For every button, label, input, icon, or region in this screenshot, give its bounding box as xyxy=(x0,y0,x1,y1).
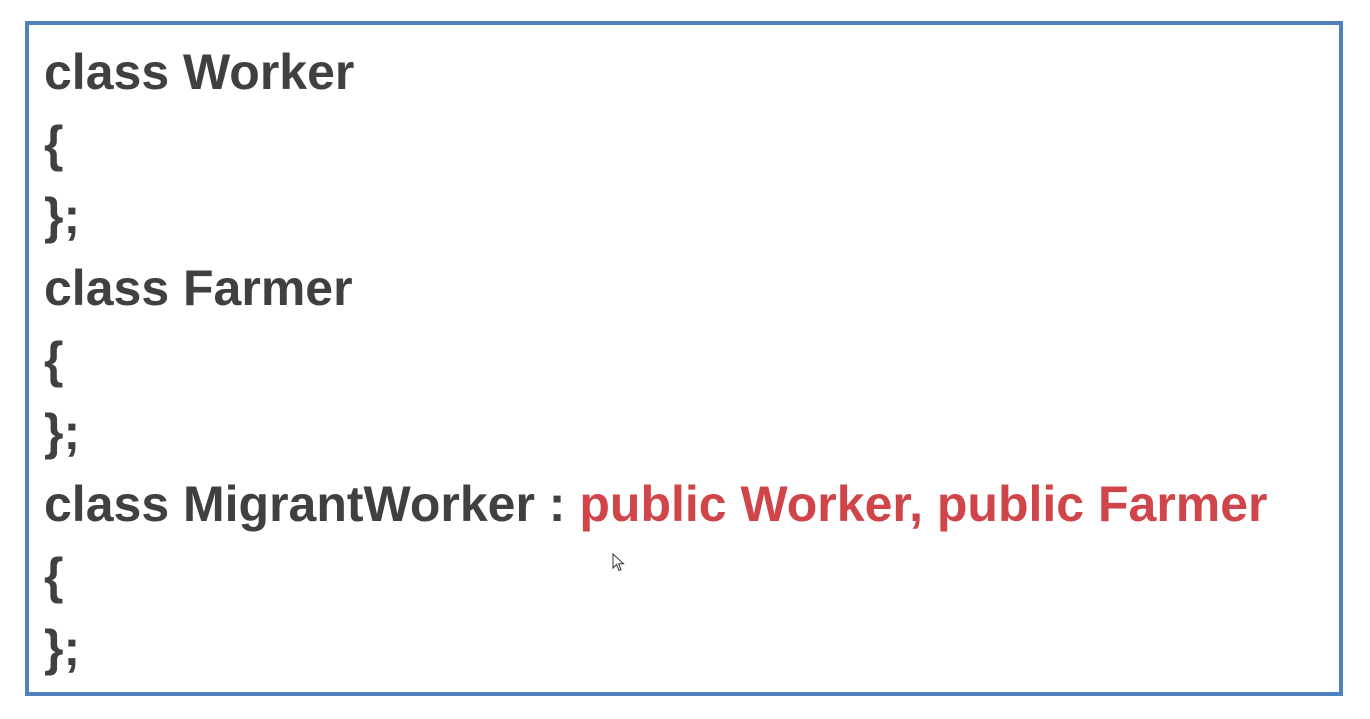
code-line: { xyxy=(44,116,64,172)
code-line: class Farmer xyxy=(44,260,353,316)
code-slide-frame xyxy=(25,21,1343,696)
class-declaration: class MigrantWorker : xyxy=(44,476,580,532)
code-line: { xyxy=(44,332,64,388)
code-line-inheritance: class MigrantWorker : public Worker, pub… xyxy=(44,468,1268,540)
code-block: class Worker { }; class Farmer { }; clas… xyxy=(44,0,1268,676)
code-line: }; xyxy=(44,188,81,244)
code-line: { xyxy=(44,548,64,604)
code-line: }; xyxy=(44,404,81,460)
base-class-list: public Worker, public Farmer xyxy=(579,476,1268,532)
code-line: class Worker xyxy=(44,44,355,100)
code-line: }; xyxy=(44,620,81,676)
mouse-pointer-icon xyxy=(612,553,625,572)
